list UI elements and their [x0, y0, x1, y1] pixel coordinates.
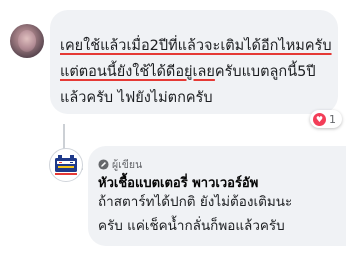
comment-text-2-rest: ครับแบตลูกนี้5ปี: [214, 64, 316, 80]
author-badge-label: ผู้เขียน: [112, 159, 143, 171]
comment-highlight-1: เคยใช้แล้วเมื่อ2ปีที่แล้วจะเติมได้อีกไหม…: [60, 38, 332, 54]
reply-text-line-2: ครับ แค่เช็คน้ำกลั่นก็พอแล้วครับ: [98, 218, 285, 234]
author-badge: ผู้เขียน: [98, 156, 142, 173]
page-avatar[interactable]: [49, 148, 83, 182]
reply-author-name[interactable]: หัวเชื้อแบตเตอรี่ พาวเวอร์อัพ: [98, 172, 258, 193]
avatar-blurred-face: [18, 30, 36, 52]
comment-thread: เคยใช้แล้วเมื่อ2ปีที่แล้วจะเติมได้อีกไหม…: [0, 0, 350, 254]
reply-text-line-1: ถ้าสตาร์ทได้ปกติ ยังไม่ต้องเติมนะ: [98, 194, 293, 210]
reaction-count: 1: [329, 112, 336, 126]
battery-logo-icon: [55, 155, 77, 175]
commenter-avatar[interactable]: [10, 24, 44, 58]
heart-reaction-icon: ♥: [313, 112, 326, 126]
comment-text-line-3: แล้วครับ ไฟยังไม่ตกครับ: [60, 90, 213, 106]
pencil-icon: [98, 159, 109, 170]
comment-text-line-2: แต่ตอนนี้ยังใช้ได้ดีอยู่เลยครับแบตลูกนี้…: [60, 62, 316, 82]
reaction-badge[interactable]: ♥ 1: [310, 110, 342, 128]
comment-highlight-2: แต่ตอนนี้ยังใช้ได้ดีอยู่เลย: [60, 64, 215, 80]
comment-text-line-1: เคยใช้แล้วเมื่อ2ปีที่แล้วจะเติมได้อีกไหม…: [60, 36, 332, 56]
